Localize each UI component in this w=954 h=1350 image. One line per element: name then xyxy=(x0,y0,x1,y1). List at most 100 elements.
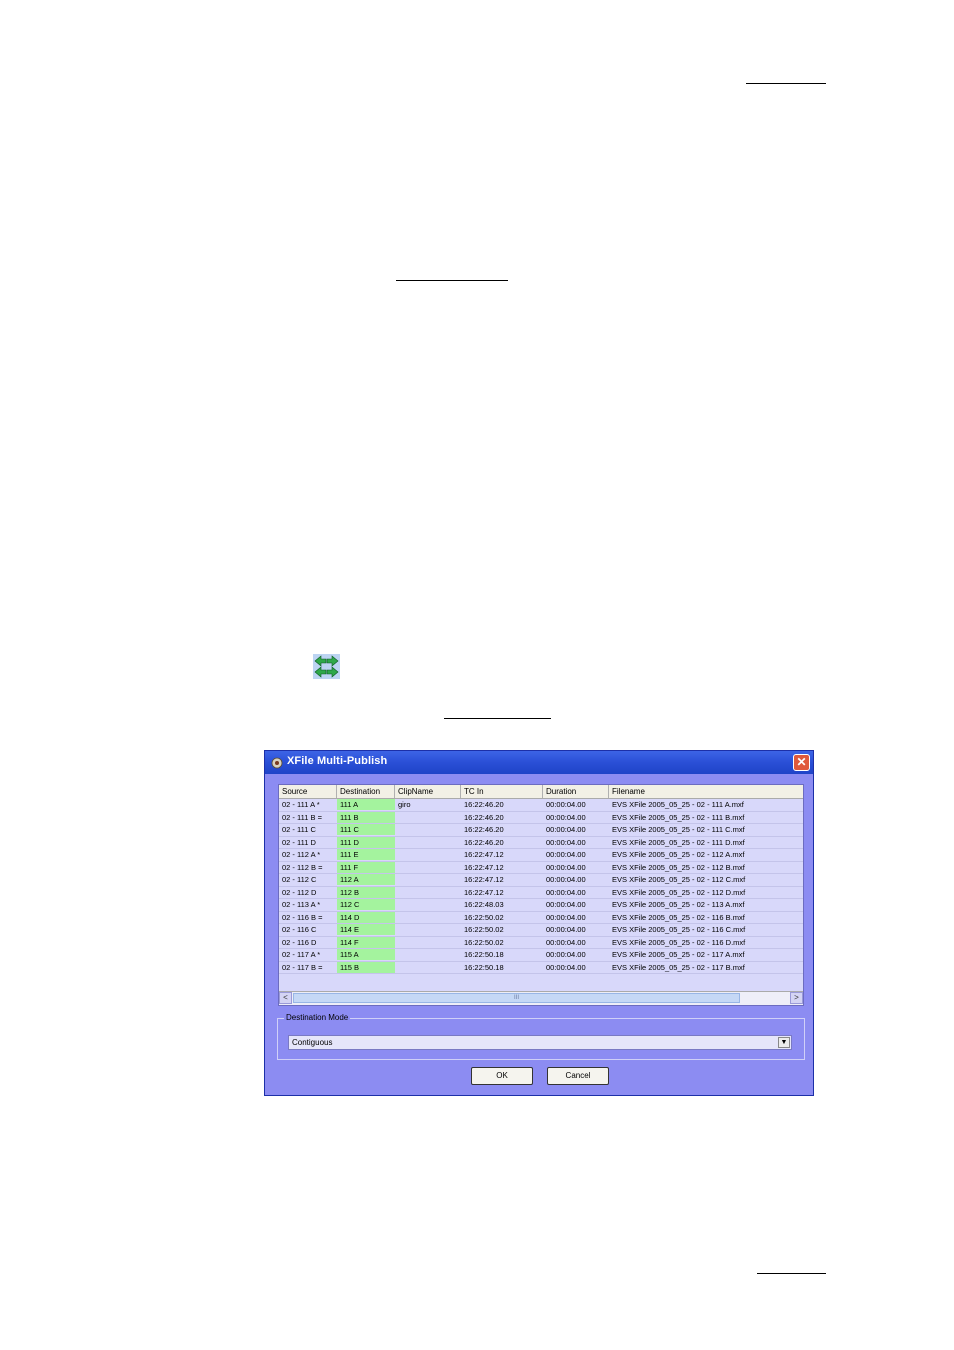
cell-destination: 112 A xyxy=(337,874,395,885)
table-row[interactable]: 02 - 117 B = 115 B 16:22:50.18 00:00:04.00 E… xyxy=(279,961,803,974)
table-row[interactable]: 02 - 112 D 112 B 16:22:47.12 00:00:04.00 EVS… xyxy=(279,886,803,899)
cell-tc-in: 16:22:46.20 xyxy=(464,800,504,809)
cell-filename: EVS XFile 2005_05_25 - 02 - 111 D.mxf xyxy=(612,837,745,847)
column-header-filename[interactable]: Filename xyxy=(609,785,803,798)
destination-mode-select[interactable]: Contiguous ▼ xyxy=(288,1035,792,1050)
destination-mode-group: Destination Mode Contiguous ▼ xyxy=(277,1013,805,1060)
cell-duration: 00:00:04.00 xyxy=(546,837,586,847)
cell-duration: 00:00:04.00 xyxy=(546,825,586,834)
title-bar[interactable]: XFile Multi-Publish ✕ xyxy=(265,751,813,774)
cell-source: 02 - 117 B = xyxy=(282,962,323,972)
cell-source: 02 - 111 C xyxy=(282,825,316,834)
cell-filename: EVS XFile 2005_05_25 - 02 - 113 A.mxf xyxy=(612,900,745,909)
cancel-button[interactable]: Cancel xyxy=(547,1067,609,1085)
cell-filename: EVS XFile 2005_05_25 - 02 - 112 B.mxf xyxy=(612,862,745,872)
cell-destination: 111 F xyxy=(337,861,395,873)
cell-duration: 00:00:04.00 xyxy=(546,900,586,909)
cell-duration: 00:00:04.00 xyxy=(546,862,586,872)
grid-rows: 02 - 111 A * 111 Agiro 16:22:46.20 00:00:04… xyxy=(279,799,803,974)
destination-mode-label: Destination Mode xyxy=(284,1013,351,1022)
cell-destination: 115 A xyxy=(337,949,395,960)
cell-source: 02 - 111 A * xyxy=(282,800,320,809)
cell-destination: 114 F xyxy=(337,936,395,948)
close-button[interactable]: ✕ xyxy=(793,754,810,771)
cell-filename: EVS XFile 2005_05_25 - 02 - 111 A.mxf xyxy=(612,800,744,809)
cell-clipname xyxy=(395,849,461,860)
cell-source: 02 - 112 B = xyxy=(282,862,323,872)
cell-source: 02 - 112 D xyxy=(282,887,317,897)
cell-clipname: giro xyxy=(398,800,411,809)
cell-tc-in: 16:22:46.20 xyxy=(464,837,504,847)
chevron-down-icon[interactable]: ▼ xyxy=(778,1037,790,1048)
link-underline-1 xyxy=(396,280,508,281)
cell-destination: 112 B xyxy=(337,886,395,898)
table-row[interactable]: 02 - 112 B = 111 F 16:22:47.12 00:00:04.00 E… xyxy=(279,861,803,874)
cell-tc-in: 16:22:46.20 xyxy=(464,825,504,834)
cell-destination: 114 D xyxy=(337,911,395,923)
table-row[interactable]: 02 - 112 C 112 A 16:22:47.12 00:00:04.00 EVS… xyxy=(279,874,803,887)
cell-source: 02 - 112 C xyxy=(282,875,317,884)
cell-duration: 00:00:04.00 xyxy=(546,962,586,972)
cell-destination: 115 B xyxy=(337,961,395,973)
cell-duration: 00:00:04.00 xyxy=(546,850,586,859)
table-row[interactable]: 02 - 111 A * 111 Agiro 16:22:46.20 00:00:04… xyxy=(279,799,803,812)
cell-filename: EVS XFile 2005_05_25 - 02 - 116 D.mxf xyxy=(612,937,746,947)
cell-tc-in: 16:22:50.02 xyxy=(464,925,504,934)
scroll-right-button[interactable]: > xyxy=(790,992,803,1004)
cell-tc-in: 16:22:47.12 xyxy=(464,887,504,897)
column-header-clipname[interactable]: ClipName xyxy=(395,785,461,798)
table-row[interactable]: 02 - 111 C 111 C 16:22:46.20 00:00:04.00 EVS… xyxy=(279,824,803,837)
cell-duration: 00:00:04.00 xyxy=(546,925,586,934)
cell-clipname xyxy=(395,937,461,948)
cell-source: 02 - 111 D xyxy=(282,837,316,847)
table-row[interactable]: 02 - 116 C 114 E 16:22:50.02 00:00:04.00 EVS… xyxy=(279,924,803,937)
scroll-thumb[interactable]: III xyxy=(293,993,740,1003)
cell-source: 02 - 117 A * xyxy=(282,950,321,959)
cell-source: 02 - 116 C xyxy=(282,925,317,934)
horizontal-scrollbar[interactable]: < III > xyxy=(279,991,803,1005)
ok-button[interactable]: OK xyxy=(471,1067,533,1085)
cell-destination: 111 C xyxy=(337,824,395,835)
cell-clipname xyxy=(395,924,461,935)
cell-clipname xyxy=(395,824,461,835)
cell-filename: EVS XFile 2005_05_25 - 02 - 116 C.mxf xyxy=(612,925,746,934)
cell-clipname xyxy=(395,962,461,973)
header-rule xyxy=(746,83,826,84)
cell-tc-in: 16:22:47.12 xyxy=(464,875,504,884)
table-row[interactable]: 02 - 111 B = 111 B 16:22:46.20 00:00:04.00 E… xyxy=(279,811,803,824)
column-header-tc-in[interactable]: TC In xyxy=(461,785,543,798)
cell-duration: 00:00:04.00 xyxy=(546,887,586,897)
table-row[interactable]: 02 - 116 D 114 F 16:22:50.02 00:00:04.00 EVS… xyxy=(279,936,803,949)
cell-filename: EVS XFile 2005_05_25 - 02 - 112 D.mxf xyxy=(612,887,746,897)
cell-clipname xyxy=(395,899,461,910)
cell-filename: EVS XFile 2005_05_25 - 02 - 117 A.mxf xyxy=(612,950,745,959)
grid-header: Source Destination ClipName TC In Duration Fi… xyxy=(279,785,803,799)
column-header-source[interactable]: Source xyxy=(279,785,337,798)
multi-publish-dialog: XFile Multi-Publish ✕ Source Destination C… xyxy=(264,750,814,1096)
table-row[interactable]: 02 - 112 A * 111 E 16:22:47.12 00:00:04.00 E… xyxy=(279,849,803,862)
link-underline-2 xyxy=(444,718,551,719)
cell-destination: 111 A xyxy=(337,799,395,810)
table-row[interactable]: 02 - 113 A * 112 C 16:22:48.03 00:00:04.00 E… xyxy=(279,899,803,912)
column-header-destination[interactable]: Destination xyxy=(337,785,395,798)
cell-filename: EVS XFile 2005_05_25 - 02 - 117 B.mxf xyxy=(612,962,745,972)
app-icon xyxy=(271,756,283,769)
cell-tc-in: 16:22:48.03 xyxy=(464,900,504,909)
cell-duration: 00:00:04.00 xyxy=(546,875,586,884)
cell-source: 02 - 112 A * xyxy=(282,850,321,859)
table-row[interactable]: 02 - 111 D 111 D 16:22:46.20 00:00:04.00 EVS… xyxy=(279,836,803,849)
column-header-duration[interactable]: Duration xyxy=(543,785,609,798)
cell-clipname xyxy=(395,949,461,960)
cell-duration: 00:00:04.00 xyxy=(546,950,586,959)
cell-clipname xyxy=(395,912,461,923)
cell-filename: EVS XFile 2005_05_25 - 02 - 116 B.mxf xyxy=(612,912,745,922)
scroll-left-button[interactable]: < xyxy=(279,992,292,1004)
cell-duration: 00:00:04.00 xyxy=(546,800,586,809)
clip-list-grid[interactable]: Source Destination ClipName TC In Duration Fi… xyxy=(278,784,804,1006)
table-row[interactable]: 02 - 117 A * 115 A 16:22:50.18 00:00:04.00 E… xyxy=(279,949,803,962)
cell-tc-in: 16:22:46.20 xyxy=(464,812,504,822)
table-row[interactable]: 02 - 116 B = 114 D 16:22:50.02 00:00:04.00 E… xyxy=(279,911,803,924)
cell-tc-in: 16:22:50.18 xyxy=(464,962,504,972)
dialog-title: XFile Multi-Publish xyxy=(287,755,388,767)
multi-publish-icon xyxy=(313,654,340,679)
